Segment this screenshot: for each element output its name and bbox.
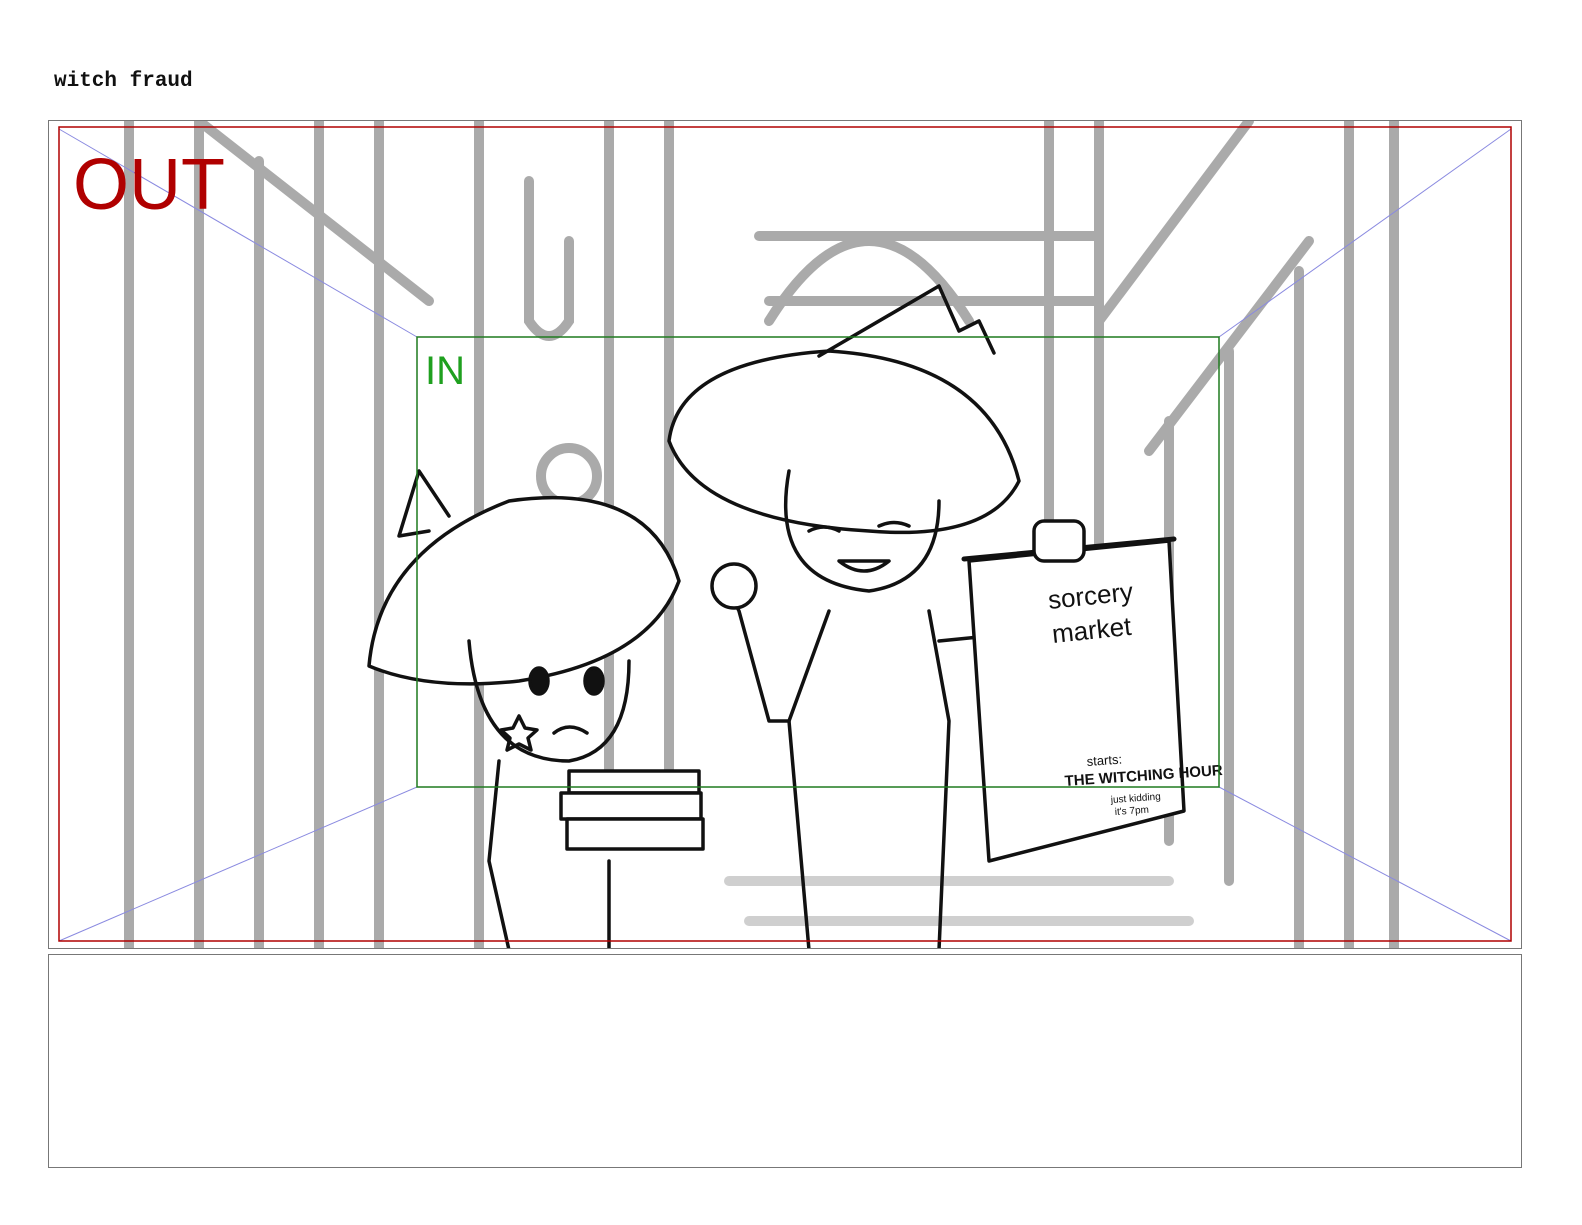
- out-frame-label: OUT: [73, 145, 225, 225]
- out-frame: [58, 126, 1512, 942]
- poster-starts: starts:: [1086, 752, 1122, 769]
- storyboard-panel[interactable]: sorcery market starts: THE WITCHING HOUR…: [48, 120, 1522, 949]
- background-sketch: [124, 121, 1399, 948]
- panel-notes-box[interactable]: [48, 954, 1522, 1168]
- perspective-guides: [58, 128, 1512, 942]
- panel-sketch: sorcery market starts: THE WITCHING HOUR…: [58, 121, 1512, 948]
- in-frame-label: IN: [425, 349, 465, 393]
- project-title: witch fraud: [54, 70, 193, 93]
